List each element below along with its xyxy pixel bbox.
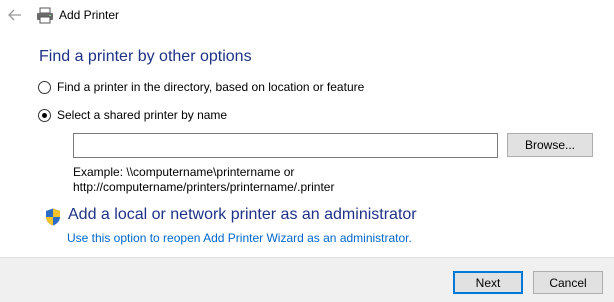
page-heading: Find a printer by other options	[39, 48, 252, 65]
option-shared-printer-by-name-label: Select a shared printer by name	[57, 108, 228, 122]
radio-directory-search[interactable]	[38, 80, 51, 94]
back-button[interactable]	[4, 4, 26, 26]
admin-add-printer-link[interactable]: Add a local or network printer as an adm…	[68, 206, 417, 224]
option-directory-search[interactable]: Find a printer in the directory, based o…	[38, 80, 364, 94]
radio-shared-printer-by-name[interactable]	[38, 108, 51, 122]
browse-button[interactable]: Browse...	[507, 133, 593, 157]
example-line-2: http://computername/printers/printername…	[73, 180, 335, 194]
example-line-1: Example: \\computername\printername or	[73, 165, 295, 179]
title-bar: Add Printer	[0, 0, 614, 31]
next-button[interactable]: Next	[453, 271, 523, 294]
admin-description: Use this option to reopen Add Printer Wi…	[67, 231, 412, 245]
uac-shield-icon	[46, 208, 60, 226]
window-title: Add Printer	[59, 8, 120, 22]
option-shared-printer-by-name[interactable]: Select a shared printer by name	[38, 108, 227, 122]
back-arrow-icon	[8, 9, 21, 21]
example-text: Example: \\computername\printername or h…	[73, 165, 334, 195]
printer-icon	[37, 7, 53, 24]
cancel-button[interactable]: Cancel	[533, 271, 603, 294]
option-directory-search-label: Find a printer in the directory, based o…	[57, 80, 365, 94]
footer: Next Cancel	[0, 257, 614, 302]
printer-name-input[interactable]	[73, 133, 498, 158]
